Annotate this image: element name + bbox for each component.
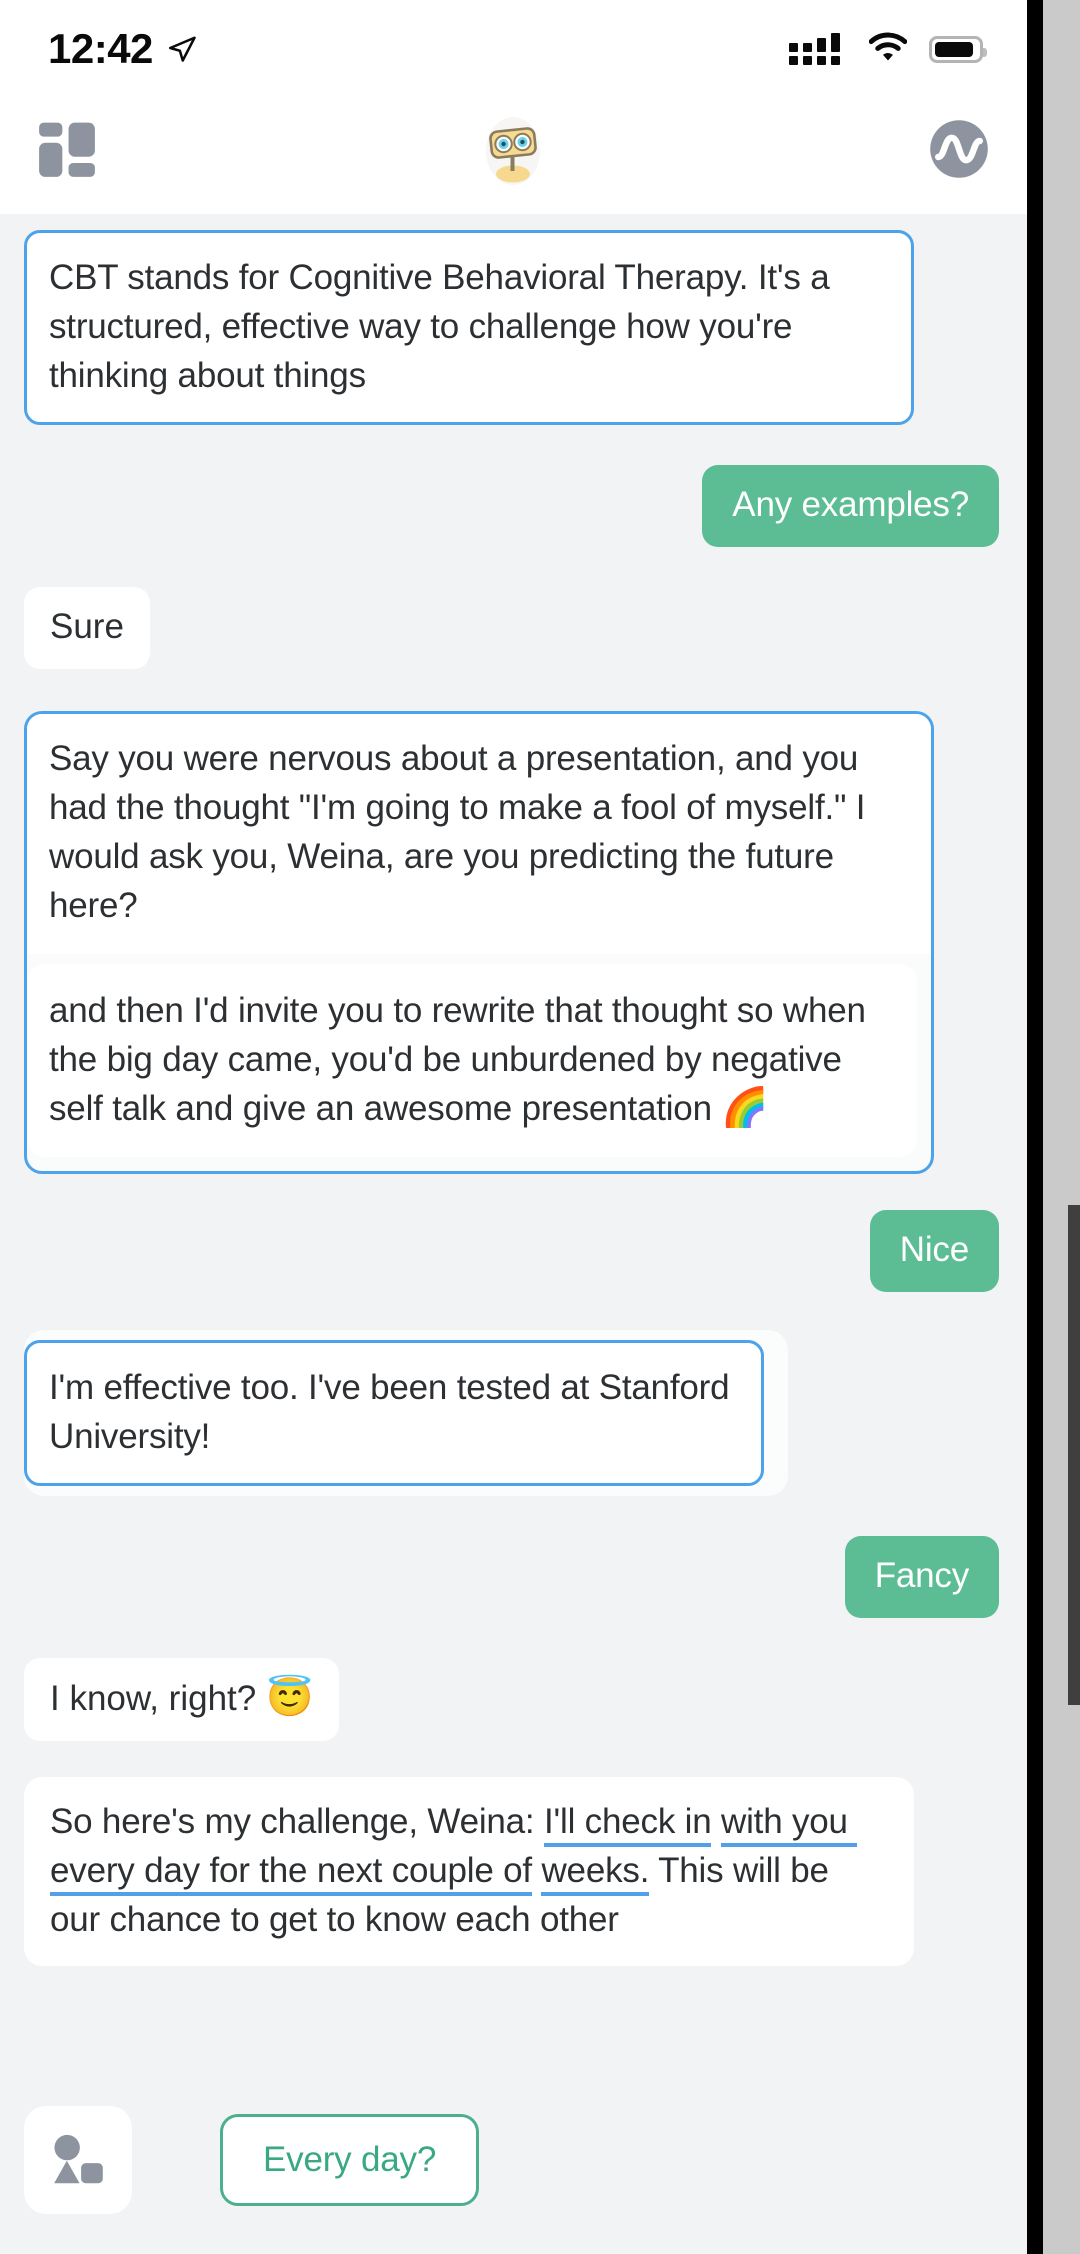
user-message-bubble[interactable]: Fancy <box>844 1536 999 1618</box>
wifi-icon <box>868 32 908 67</box>
chat-message-list[interactable]: CBT stands for Cognitive Behavioral Ther… <box>0 214 1027 2136</box>
message-text: Sure <box>50 607 124 646</box>
message-row: CBT stands for Cognitive Behavioral Ther… <box>0 230 1027 425</box>
shapes-picker-icon[interactable] <box>24 2106 132 2214</box>
challenge-underlined-1: I'll check in <box>544 1802 712 1847</box>
message-text: Say you were nervous about a presentatio… <box>49 739 875 925</box>
woebot-robot-avatar[interactable] <box>475 108 551 194</box>
message-text: I'm effective too. I've been tested at S… <box>49 1368 739 1456</box>
challenge-text-before: So here's my challenge, Weina: <box>50 1802 544 1841</box>
bot-message-bubble[interactable]: So here's my challenge, Weina: I'll chec… <box>24 1777 914 1966</box>
app-header <box>0 88 1027 214</box>
message-row: I'm effective too. I've been tested at S… <box>0 1330 1027 1496</box>
phone-viewport: 12:42 CBT stands for Cognitive Behaviora… <box>0 0 1027 2254</box>
message-text: Nice <box>899 1230 969 1269</box>
message-text: CBT stands for Cognitive Behavioral Ther… <box>49 258 840 395</box>
background-strip-dark <box>1068 1205 1080 1705</box>
challenge-underlined-3: weeks. <box>541 1851 649 1896</box>
message-row: Fancy <box>0 1536 1027 1618</box>
dashboard-grid-icon[interactable] <box>36 118 98 185</box>
user-message-bubble[interactable]: Nice <box>869 1210 999 1292</box>
group-divider <box>27 954 931 964</box>
bot-message-bubble[interactable]: Sure <box>24 587 150 669</box>
rainbow-emoji: 🌈 <box>721 1087 769 1129</box>
user-message-bubble[interactable]: Any examples? <box>702 465 999 547</box>
message-text: So here's my challenge, Weina: I'll chec… <box>50 1797 888 1944</box>
message-text: Fancy <box>874 1556 970 1595</box>
bot-message-bubble[interactable]: CBT stands for Cognitive Behavioral Ther… <box>24 230 914 425</box>
message-row: Sure <box>0 587 1027 669</box>
phone-bezel-edge <box>1027 0 1043 2254</box>
background-strip <box>1043 0 1080 2254</box>
message-text: I know, right? <box>50 1679 266 1718</box>
message-row: So here's my challenge, Weina: I'll chec… <box>0 1777 1027 1966</box>
message-row: I know, right? 😇 <box>0 1658 1027 1741</box>
status-bar: 12:42 <box>0 0 1027 88</box>
bot-message-bubble[interactable]: I know, right? 😇 <box>24 1658 340 1741</box>
bottom-input-bar: Every day? <box>0 2066 1027 2254</box>
screen-root: 12:42 CBT stands for Cognitive Behaviora… <box>0 0 1080 2254</box>
message-group-row: Say you were nervous about a presentatio… <box>0 711 1027 1174</box>
bot-message-bubble[interactable]: I'm effective too. I've been tested at S… <box>24 1340 764 1486</box>
bot-message-group[interactable]: Say you were nervous about a presentatio… <box>24 711 934 1174</box>
halo-smiley-emoji: 😇 <box>265 1677 314 1719</box>
message-row: Any examples? <box>0 465 1027 547</box>
status-bar-left: 12:42 <box>48 25 197 73</box>
message-text: and then I'd invite you to rewrite that … <box>49 991 876 1129</box>
cellular-signal-icon <box>789 33 847 65</box>
mood-waveform-icon[interactable] <box>927 117 991 186</box>
bot-message-bubble[interactable]: Say you were nervous about a presentatio… <box>27 714 931 954</box>
status-bar-right <box>789 32 987 67</box>
location-arrow-icon <box>167 34 197 64</box>
status-time: 12:42 <box>48 25 153 72</box>
suggestion-chip-every-day[interactable]: Every day? <box>220 2114 480 2206</box>
bot-message-card: I'm effective too. I've been tested at S… <box>24 1330 788 1496</box>
battery-icon <box>929 35 987 63</box>
message-text: Any examples? <box>732 485 969 524</box>
bot-message-bubble[interactable]: and then I'd invite you to rewrite that … <box>27 964 917 1157</box>
message-row: Nice <box>0 1210 1027 1292</box>
